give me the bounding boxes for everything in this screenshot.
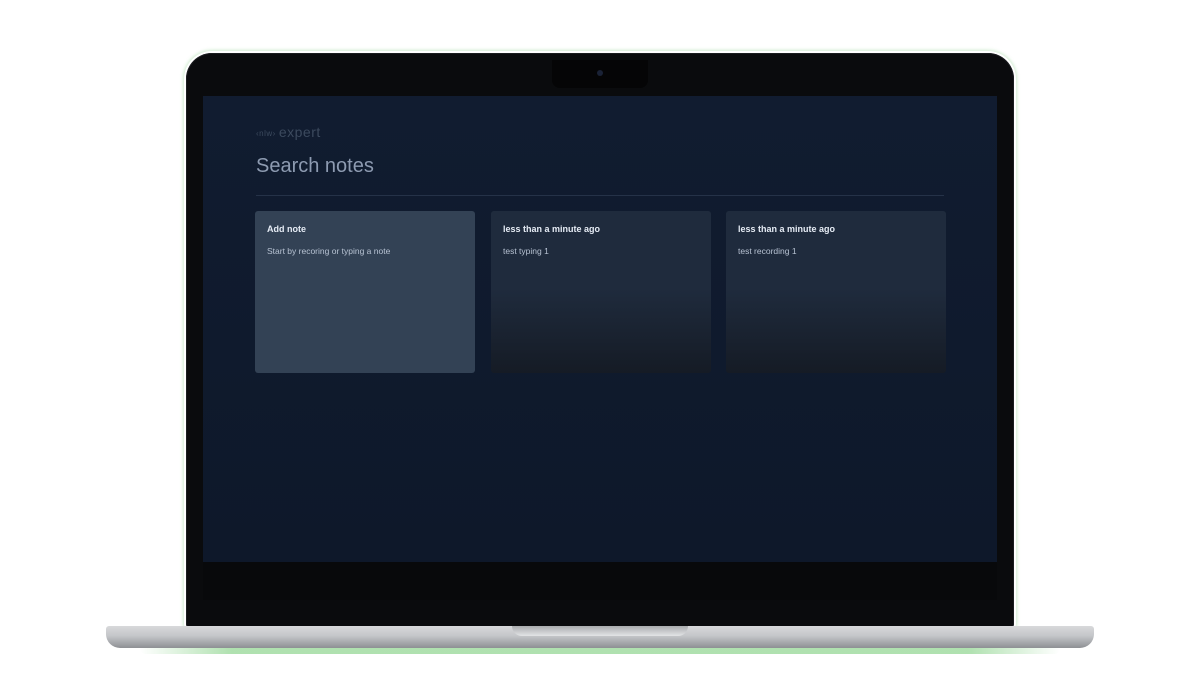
brand-name: expert [278,124,321,140]
note-card[interactable]: less than a minute ago test recording 1 [726,211,946,373]
lid-opening-notch [512,626,688,636]
camera-icon [597,70,603,76]
card-heading: Add note [267,224,306,234]
card-heading: less than a minute ago [738,224,836,234]
divider [256,195,944,196]
card-heading: less than a minute ago [503,224,601,234]
search-notes-input[interactable]: Search notes [256,155,374,178]
laptop-base-glow [140,648,1060,654]
note-card[interactable]: less than a minute ago test typing 1 [491,211,711,373]
brand-logo: ‹nlw› expert [256,124,321,140]
add-note-card[interactable]: Add note Start by recoring or typing a n… [255,211,475,373]
screen-bezel-bottom [203,562,997,600]
card-text: test typing 1 [503,246,549,256]
card-text: Start by recoring or typing a note [267,246,391,256]
card-text: test recording 1 [738,246,797,256]
brand-prefix: ‹nlw› [256,128,276,138]
